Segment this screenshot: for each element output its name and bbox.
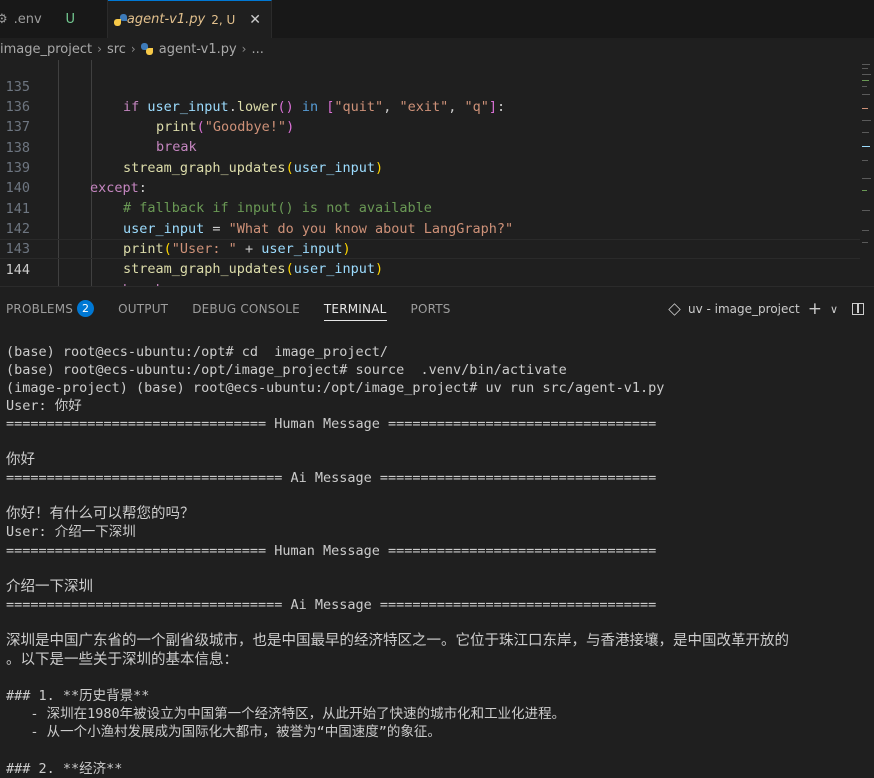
tab-problems[interactable]: PROBLEMS 2: [6, 287, 95, 331]
code-line[interactable]: 139 except:: [0, 138, 860, 196]
tab-output[interactable]: OUTPUT: [118, 287, 168, 331]
add-terminal-button[interactable]: +: [808, 299, 822, 319]
code-line-current[interactable]: 144 break: [0, 239, 860, 286]
terminal-line: 你好！有什么可以帮您的吗？: [6, 506, 195, 522]
terminal-line: User: 介绍一下深圳: [6, 524, 136, 540]
code-editor[interactable]: 135 if user_input.lower() in ["quit", "e…: [0, 60, 874, 286]
variable: user_input: [293, 261, 375, 277]
code-line[interactable]: 136 print("Goodbye!"): [0, 77, 860, 135]
code-line[interactable]: 141 user_input = "What do you know about…: [0, 179, 860, 237]
terminal-line: - 深圳在1980年被设立为中国第一个经济特区，从此开始了快速的城市化和工业化进…: [6, 706, 566, 722]
minimap[interactable]: [860, 60, 874, 286]
breadcrumb-folder-src[interactable]: src: [107, 42, 126, 57]
terminal-line: (base) root@ecs-ubuntu:/opt/image_projec…: [6, 362, 567, 378]
code-line[interactable]: 137 break: [0, 97, 860, 155]
chevron-right-icon: ›: [130, 42, 136, 56]
untracked-badge: U: [65, 11, 75, 27]
panel-tab-bar: PROBLEMS 2 OUTPUT DEBUG CONSOLE TERMINAL…: [0, 286, 874, 330]
code-line[interactable]: 143 stream_graph_updates(user_input): [0, 219, 860, 277]
terminal-line: ================================== Ai Me…: [6, 470, 657, 486]
line-number: 144: [5, 262, 30, 278]
terminal-line: ================================== Ai Me…: [6, 597, 657, 613]
editor-tab-bar: ⚙ .env U agent-v1.py 2, U ✕: [0, 0, 874, 39]
breadcrumb-symbols[interactable]: ...: [251, 42, 263, 57]
terminal-line: (image-project) (base) root@ecs-ubuntu:/…: [6, 380, 665, 396]
chevron-down-icon[interactable]: ∨: [830, 303, 838, 316]
bracket: ): [374, 261, 384, 277]
code-line[interactable]: 140 # fallback if input() is not availab…: [0, 158, 860, 216]
problems-untracked-badge: 2, U: [211, 12, 236, 27]
terminal-name[interactable]: uv - image_project: [688, 302, 800, 316]
function-name: stream_graph_updates: [123, 261, 286, 277]
chevron-right-icon: ›: [97, 42, 102, 56]
terminal-line: ================================ Human M…: [6, 543, 657, 559]
code-line[interactable]: 135 if user_input.lower() in ["quit", "e…: [0, 60, 860, 115]
tab-label: PROBLEMS: [6, 301, 74, 316]
tab-label: TERMINAL: [323, 301, 387, 316]
close-icon[interactable]: ✕: [249, 12, 261, 28]
terminal-line: ================================ Human M…: [6, 416, 657, 432]
tab-label: PORTS: [410, 301, 451, 316]
terminal-line: User: 你好: [6, 398, 82, 414]
tab-ports[interactable]: PORTS: [411, 287, 451, 331]
code-line[interactable]: 138 stream_graph_updates(user_input): [0, 118, 860, 176]
terminal-line: 深圳是中国广东省的一个副省级城市，也是中国最早的经济特区之一。它位于珠江口东岸，…: [6, 633, 789, 649]
terminal-line: ### 2. **经济**: [6, 761, 123, 777]
code-line[interactable]: 142 print("User: " + user_input): [0, 199, 860, 257]
problems-count-badge: 2: [77, 300, 95, 317]
gear-icon: ⚙: [0, 11, 8, 27]
breadcrumb-folder-image-project[interactable]: image_project: [0, 42, 92, 57]
terminal-output[interactable]: (base) root@ecs-ubuntu:/opt# cd image_pr…: [0, 330, 874, 778]
bracket: (: [285, 261, 294, 277]
terminal-line: ### 1. **历史背景**: [6, 688, 150, 704]
chevron-right-icon: ›: [241, 42, 247, 56]
tab-env[interactable]: ⚙ .env U: [0, 0, 108, 38]
tab-debug-console[interactable]: DEBUG CONSOLE: [192, 287, 300, 331]
breadcrumb-file[interactable]: agent-v1.py: [159, 42, 237, 57]
tab-label: agent-v1.py: [126, 12, 206, 27]
tab-agent-v1[interactable]: agent-v1.py 2, U ✕: [108, 0, 272, 38]
tab-terminal[interactable]: TERMINAL: [323, 287, 387, 331]
split-terminal-icon[interactable]: [852, 303, 864, 315]
terminal-line: - 从一个小渔村发展成为国际化大都市，被誉为“中国速度”的象征。: [6, 724, 441, 740]
tab-label: OUTPUT: [118, 301, 169, 316]
python-file-icon: [114, 13, 127, 26]
python-file-icon: [140, 43, 153, 55]
terminal-profile-icon: [668, 302, 681, 316]
tab-label: .env: [13, 11, 42, 27]
terminal-toolbar: uv - image_project + ∨: [668, 287, 864, 331]
terminal-line: (base) root@ecs-ubuntu:/opt# cd image_pr…: [6, 344, 389, 360]
tab-label: DEBUG CONSOLE: [192, 301, 300, 316]
terminal-line: 。以下是一些关于深圳的基本信息：: [6, 652, 238, 668]
breadcrumb: image_project › src › agent-v1.py › ...: [0, 38, 874, 60]
terminal-line: 介绍一下深圳: [6, 579, 93, 595]
terminal-line: 你好: [6, 452, 35, 468]
